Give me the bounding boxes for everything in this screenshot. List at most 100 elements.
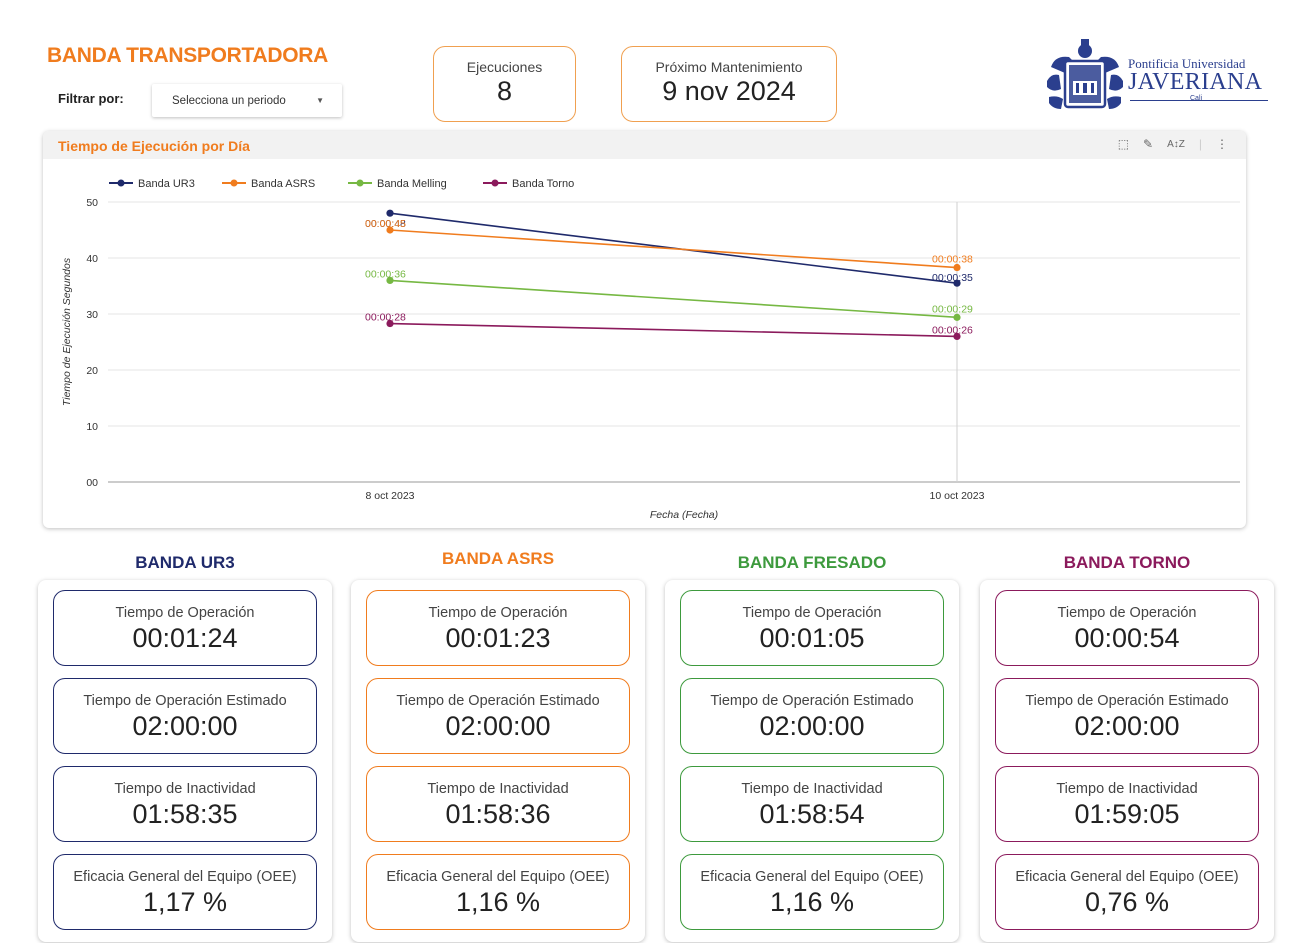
metric-label: Tiempo de Inactividad [114,781,256,797]
y-tick-label: 30 [86,309,98,321]
band-title-3: BANDA TORNO [1063,553,1191,572]
period-select[interactable]: Selecciona un periodo ▼ [152,84,342,117]
kpi-mantenimiento-value: 9 nov 2024 [662,76,796,106]
data-label: 00:00:45 [365,218,406,230]
data-point [386,209,394,217]
metric-value: 00:00:54 [1074,623,1180,653]
metric-card: Eficacia General del Equipo (OEE) 0,76 % [995,854,1259,930]
metric-card: Tiempo de Operación 00:01:24 [53,590,317,666]
chevron-down-icon: ▼ [316,96,324,105]
logo-line2: JAVERIANA [1128,69,1263,95]
metric-label: Tiempo de Inactividad [427,781,569,797]
kpi-ejecuciones-value: 8 [496,76,513,106]
metric-card: Tiempo de Inactividad 01:58:54 [680,766,944,842]
metric-value: 01:58:36 [445,799,551,829]
metric-label: Eficacia General del Equipo (OEE) [386,869,610,885]
metric-value: 1,16 % [769,887,855,917]
y-tick-label: 00 [86,477,98,489]
band-card-0: Tiempo de Operación 00:01:24 Tiempo de Ope… [38,580,332,942]
data-label: 00:00:36 [365,268,406,280]
metric-label: Tiempo de Operación [115,605,255,621]
series-line [389,322,958,338]
metric-card: Tiempo de Operación 00:01:05 [680,590,944,666]
metric-card: Tiempo de Operación Estimado 02:00:00 [680,678,944,754]
metric-label: Tiempo de Operación [1057,605,1197,621]
legend-label: Banda ASRS [251,178,315,190]
data-label: 00:00:28 [365,312,406,324]
band-title-1: BANDA ASRS [441,549,555,568]
series-line [389,279,958,319]
crest-icon [1047,39,1123,109]
metric-value: 0,76 % [1084,887,1170,917]
metric-label: Tiempo de Operación Estimado [1025,693,1229,709]
metric-label: Tiempo de Operación [428,605,568,621]
metric-card: Eficacia General del Equipo (OEE) 1,16 % [680,854,944,930]
kpi-mantenimiento-label: Próximo Mantenimiento [655,59,803,75]
metric-label: Eficacia General del Equipo (OEE) [700,869,924,885]
metric-card: Tiempo de Operación Estimado 02:00:00 [53,678,317,754]
metric-label: Tiempo de Inactividad [1056,781,1198,797]
band-title-0: BANDA UR3 [135,553,235,572]
metric-value: 02:00:00 [132,711,238,741]
metric-card: Tiempo de Inactividad 01:58:36 [366,766,630,842]
metric-card: Tiempo de Inactividad 01:59:05 [995,766,1259,842]
metric-label: Tiempo de Operación [742,605,882,621]
series-line [389,229,958,269]
legend-label: Banda Torno [512,178,574,190]
metric-card: Tiempo de Operación Estimado 02:00:00 [995,678,1259,754]
metric-card: Tiempo de Inactividad 01:58:35 [53,766,317,842]
band-card-3: Tiempo de Operación 00:00:54 Tiempo de Ope… [980,580,1274,942]
y-axis-label: Tiempo de Ejecución Segundos [61,257,73,406]
data-label: 00:00:29 [932,303,973,315]
period-select-value: Selecciona un periodo [172,94,286,107]
y-tick-label: 50 [86,197,98,209]
band-card-1: Tiempo de Operación 00:01:23 Tiempo de Ope… [351,580,645,942]
metric-label: Tiempo de Inactividad [741,781,883,797]
metric-card: Tiempo de Operación 00:00:54 [995,590,1259,666]
kpi-mantenimiento: Próximo Mantenimiento 9 nov 2024 [621,46,837,122]
metric-card: Tiempo de Operación 00:01:23 [366,590,630,666]
metric-value: 01:58:35 [132,799,238,829]
logo-line3: Cali [1190,95,1203,102]
data-label: 00:00:38 [932,254,973,266]
metric-label: Tiempo de Operación Estimado [83,693,287,709]
page-title: BANDA TRANSPORTADORA [47,44,328,67]
metric-label: Tiempo de Operación Estimado [396,693,600,709]
metric-value: 02:00:00 [445,711,551,741]
dashboard: BANDA TRANSPORTADORA Filtrar por: Selecc… [0,0,1293,943]
metric-value: 00:01:23 [445,623,551,653]
data-label: 00:00:26 [932,324,973,336]
kpi-ejecuciones-label: Ejecuciones [466,59,543,75]
y-tick-label: 20 [86,365,98,377]
metric-card: Eficacia General del Equipo (OEE) 1,16 % [366,854,630,930]
metric-value: 00:01:05 [759,623,865,653]
x-tick-label: 8 oct 2023 [365,490,414,502]
metric-value: 1,16 % [455,887,541,917]
legend-marker [117,179,125,187]
metric-value: 01:59:05 [1074,799,1180,829]
metric-label: Tiempo de Operación Estimado [710,693,914,709]
band-title-2: BANDA FRESADO [737,553,887,572]
data-label: 00:00:35 [932,272,973,284]
metric-value: 02:00:00 [1074,711,1180,741]
metric-value: 00:01:24 [132,623,238,653]
legend-label: Banda UR3 [138,178,195,190]
metric-label: Eficacia General del Equipo (OEE) [1015,869,1239,885]
legend-marker [356,179,364,187]
metric-value: 02:00:00 [759,711,865,741]
filter-label: Filtrar por: [58,91,124,106]
metric-value: 1,17 % [142,887,228,917]
university-logo: Pontificia Universidad JAVERIANA Cali [1045,37,1273,112]
legend-label: Banda Melling [377,178,447,190]
kpi-ejecuciones: Ejecuciones 8 [433,46,576,122]
metric-card: Eficacia General del Equipo (OEE) 1,17 % [53,854,317,930]
metric-value: 01:58:54 [759,799,865,829]
y-tick-label: 10 [86,421,98,433]
chart-card: Tiempo de Ejecución por Día ⬚ ✎ A↕Z | ⋮ … [43,131,1246,528]
y-tick-label: 40 [86,253,98,265]
legend-marker [230,179,238,187]
metric-card: Tiempo de Operación Estimado 02:00:00 [366,678,630,754]
x-tick-label: 10 oct 2023 [930,490,985,502]
metric-label: Eficacia General del Equipo (OEE) [73,869,297,885]
legend-marker [491,179,499,187]
